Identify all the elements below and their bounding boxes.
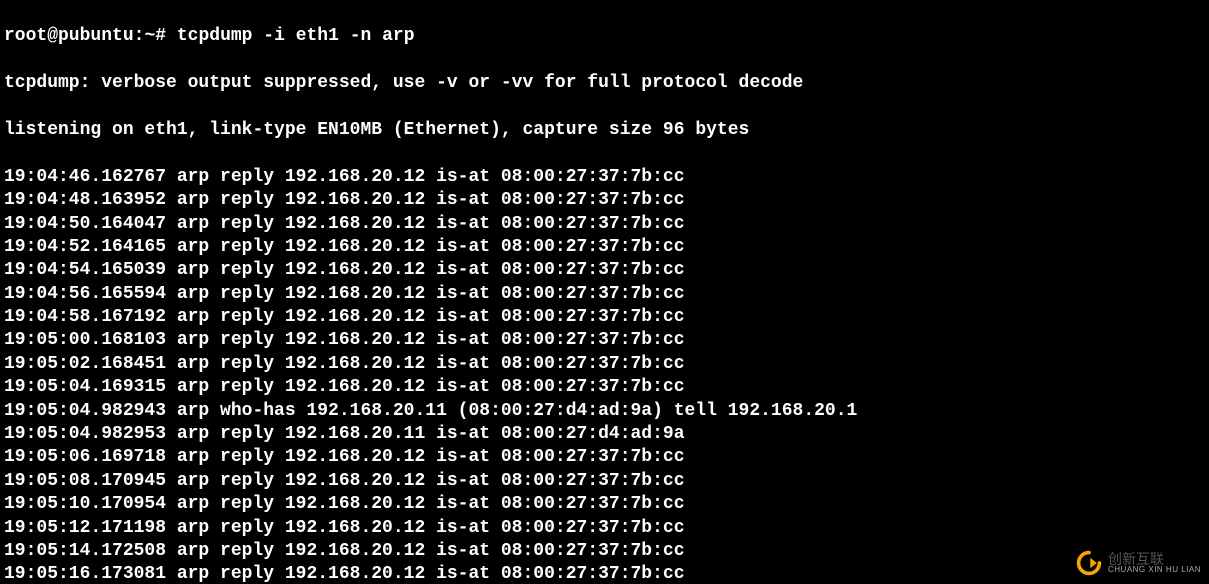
watermark-en: CHUANG XIN HU LIAN bbox=[1108, 566, 1201, 574]
packet-line: 19:05:00.168103 arp reply 192.168.20.12 … bbox=[4, 329, 1205, 352]
packet-lines: 19:04:46.162767 arp reply 192.168.20.12 … bbox=[4, 166, 1205, 584]
packet-line: 19:04:58.167192 arp reply 192.168.20.12 … bbox=[4, 306, 1205, 329]
packet-line: 19:04:52.164165 arp reply 192.168.20.12 … bbox=[4, 236, 1205, 259]
packet-line: 19:05:04.169315 arp reply 192.168.20.12 … bbox=[4, 376, 1205, 399]
packet-line: 19:05:10.170954 arp reply 192.168.20.12 … bbox=[4, 493, 1205, 516]
header-line-1: tcpdump: verbose output suppressed, use … bbox=[4, 72, 1205, 95]
packet-line: 19:04:46.162767 arp reply 192.168.20.12 … bbox=[4, 166, 1205, 189]
watermark: 创新互联 CHUANG XIN HU LIAN bbox=[1076, 550, 1201, 576]
terminal-output[interactable]: root@pubuntu:~# tcpdump -i eth1 -n arp t… bbox=[0, 0, 1209, 584]
packet-line: 19:05:12.171198 arp reply 192.168.20.12 … bbox=[4, 517, 1205, 540]
command-text: tcpdump -i eth1 -n arp bbox=[177, 26, 415, 46]
packet-line: 19:05:04.982953 arp reply 192.168.20.11 … bbox=[4, 423, 1205, 446]
prompt-user: root@pubuntu bbox=[4, 26, 134, 46]
packet-line: 19:05:16.173081 arp reply 192.168.20.12 … bbox=[4, 563, 1205, 584]
prompt-path: ~ bbox=[144, 26, 155, 46]
packet-line: 19:04:54.165039 arp reply 192.168.20.12 … bbox=[4, 259, 1205, 282]
packet-line: 19:05:04.982943 arp who-has 192.168.20.1… bbox=[4, 400, 1205, 423]
packet-line: 19:04:50.164047 arp reply 192.168.20.12 … bbox=[4, 213, 1205, 236]
packet-line: 19:05:08.170945 arp reply 192.168.20.12 … bbox=[4, 470, 1205, 493]
prompt-line: root@pubuntu:~# tcpdump -i eth1 -n arp bbox=[4, 25, 1205, 48]
logo-icon bbox=[1076, 550, 1102, 576]
packet-line: 19:05:14.172508 arp reply 192.168.20.12 … bbox=[4, 540, 1205, 563]
header-line-2: listening on eth1, link-type EN10MB (Eth… bbox=[4, 119, 1205, 142]
packet-line: 19:04:48.163952 arp reply 192.168.20.12 … bbox=[4, 189, 1205, 212]
packet-line: 19:05:06.169718 arp reply 192.168.20.12 … bbox=[4, 446, 1205, 469]
packet-line: 19:04:56.165594 arp reply 192.168.20.12 … bbox=[4, 283, 1205, 306]
prompt-symbol: # bbox=[155, 26, 166, 46]
packet-line: 19:05:02.168451 arp reply 192.168.20.12 … bbox=[4, 353, 1205, 376]
watermark-cn: 创新互联 bbox=[1108, 552, 1201, 566]
